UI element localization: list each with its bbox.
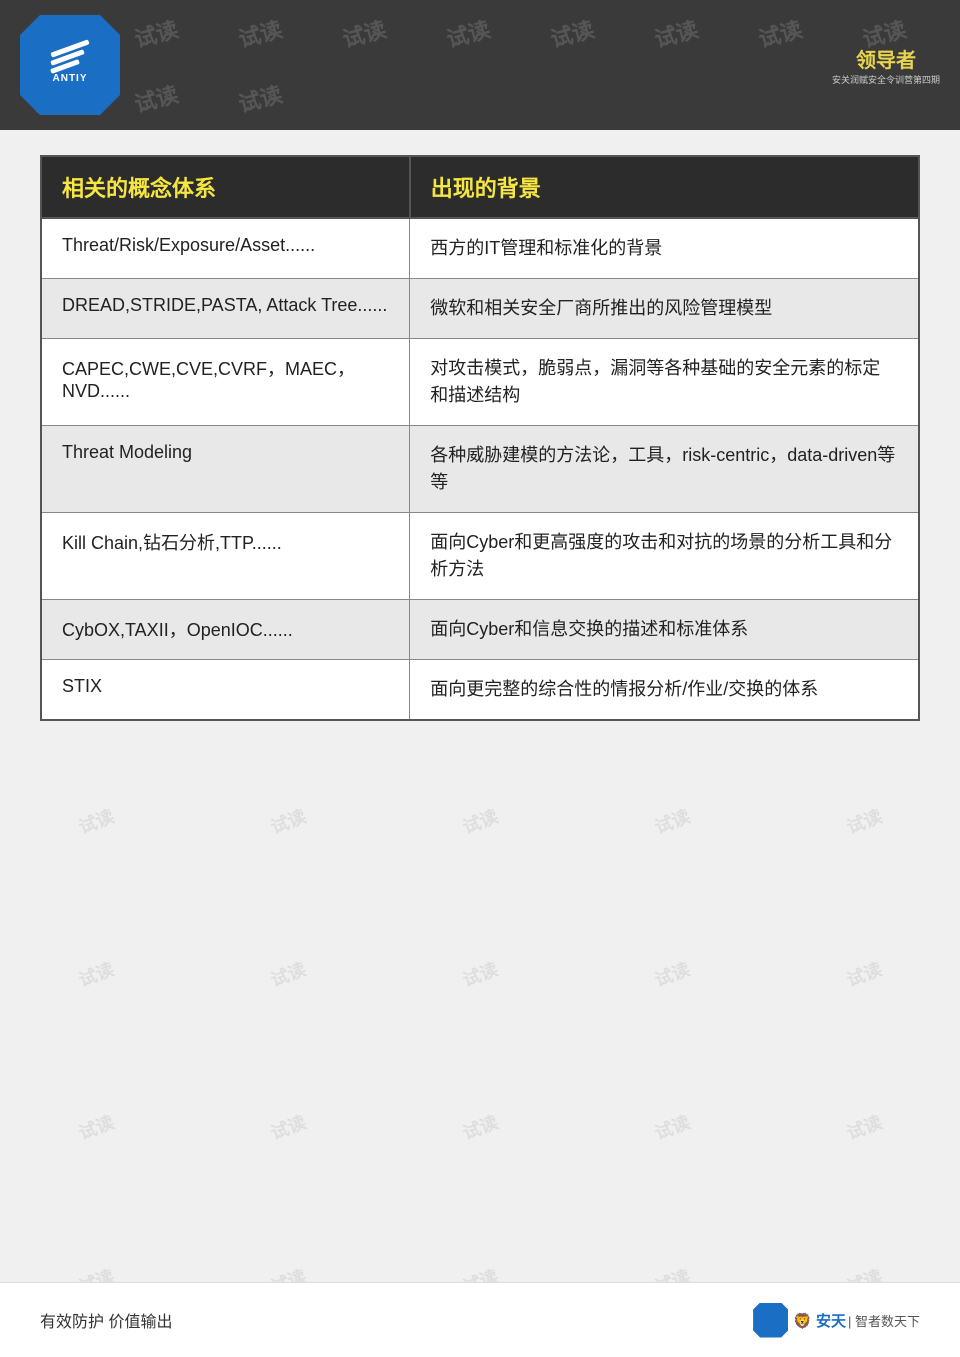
brand-name: 领导者 [832,44,940,73]
logo-label: ANTIY [53,73,88,84]
footer-antiy: 🦁 [793,1313,812,1330]
concept-table: 相关的概念体系 出现的背景 Threat/Risk/Exposure/Asset… [40,155,920,721]
table-row: STIX面向更完整的综合性的情报分析/作业/交换的体系 [41,660,919,721]
table-cell-col1: Threat/Risk/Exposure/Asset...... [41,218,410,279]
table-cell-col1: CAPEC,CWE,CVE,CVRF，MAEC，NVD...... [41,339,410,426]
header: 试读 试读 试读 试读 试读 试读 试读 试读 试读 试读 试读 试读 ANTI… [0,0,960,130]
watermark: 试读 [203,59,317,130]
footer: 有效防护 价值输出 🦁 安天 | 智者数天下 [0,1282,960,1357]
table-cell-col1: Threat Modeling [41,426,410,513]
table-row: Threat Modeling各种威胁建模的方法论，工具，risk-centri… [41,426,919,513]
footer-logo: 🦁 安天 | 智者数天下 [753,1303,920,1338]
watermark: 试读 [515,0,629,71]
table-cell-col1: STIX [41,660,410,721]
table-cell-col1: DREAD,STRIDE,PASTA, Attack Tree...... [41,279,410,339]
watermark: 试读 [723,0,837,71]
footer-logo-text: 🦁 安天 [793,1310,846,1331]
table-cell-col2: 微软和相关安全厂商所推出的风险管理模型 [410,279,919,339]
table-cell-col2: 面向Cyber和更高强度的攻击和对抗的场景的分析工具和分析方法 [410,513,919,600]
table-cell-col2: 面向更完整的综合性的情报分析/作业/交换的体系 [410,660,919,721]
table-cell-col2: 对攻击模式，脆弱点，漏洞等各种基础的安全元素的标定和描述结构 [410,339,919,426]
table-row: Threat/Risk/Exposure/Asset......西方的IT管理和… [41,218,919,279]
main-content: 相关的概念体系 出现的背景 Threat/Risk/Exposure/Asset… [40,155,920,1277]
watermark: 试读 [619,0,733,71]
table-cell-col2: 面向Cyber和信息交换的描述和标准体系 [410,600,919,660]
table-cell-col2: 各种威胁建模的方法论，工具，risk-centric，data-driven等等 [410,426,919,513]
watermark: 试读 [307,0,421,71]
footer-slogan: 有效防护 价值输出 [40,1308,172,1332]
header-right-brand: 领导者 安关润赋安全令训营第四期 [832,44,940,86]
table-cell-col1: Kill Chain,钻石分析,TTP...... [41,513,410,600]
footer-brand-right: | 智者数天下 [848,1311,920,1330]
footer-brand-text: 智者数天下 [855,1314,920,1329]
table-row: CAPEC,CWE,CVE,CVRF，MAEC，NVD......对攻击模式，脆… [41,339,919,426]
footer-logo-icon [753,1303,788,1338]
table-row: CybOX,TAXII，OpenIOC......面向Cyber和信息交换的描述… [41,600,919,660]
watermark: 试读 [411,0,525,71]
col2-header: 出现的背景 [410,156,919,218]
logo-lines [50,46,90,69]
table-cell-col1: CybOX,TAXII，OpenIOC...... [41,600,410,660]
table-row: Kill Chain,钻石分析,TTP......面向Cyber和更高强度的攻击… [41,513,919,600]
header-watermarks: 试读 试读 试读 试读 试读 试读 试读 试读 试读 试读 试读 试读 [0,0,960,130]
table-header-row: 相关的概念体系 出现的背景 [41,156,919,218]
brand-subtitle: 安关润赋安全令训营第四期 [832,73,940,86]
table-cell-col2: 西方的IT管理和标准化的背景 [410,218,919,279]
antiy-logo: ANTIY [20,15,120,115]
watermark: 试读 [203,0,317,71]
col1-header: 相关的概念体系 [41,156,410,218]
table-row: DREAD,STRIDE,PASTA, Attack Tree......微软和… [41,279,919,339]
footer-brand-main: 安天 [816,1313,846,1330]
